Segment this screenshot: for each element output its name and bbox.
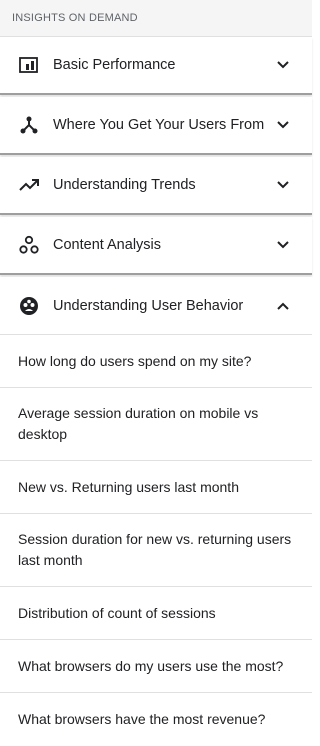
section-label: Basic Performance: [53, 57, 176, 73]
section-label: Content Analysis: [53, 237, 162, 253]
section-user-sources[interactable]: Where You Get Your Users From: [0, 97, 312, 155]
chevron-down-icon[interactable]: [276, 58, 290, 72]
trending-up-icon: [18, 174, 40, 196]
chevron-down-icon[interactable]: [276, 178, 290, 192]
list-item[interactable]: Distribution of count of sessions: [0, 587, 312, 640]
list-item[interactable]: How long do users spend on my site?: [0, 335, 312, 388]
section-label: Understanding Trends: [53, 177, 196, 193]
list-item[interactable]: What browsers have the most revenue?: [0, 693, 312, 746]
chevron-down-icon[interactable]: [276, 118, 290, 132]
behavior-question-list: How long do users spend on my site? Aver…: [0, 335, 312, 746]
section-label: Where You Get Your Users From: [53, 117, 265, 133]
insights-header: INSIGHTS ON DEMAND: [0, 0, 312, 37]
chevron-down-icon[interactable]: [276, 238, 290, 252]
user-group-icon: [18, 295, 40, 317]
list-item[interactable]: Session duration for new vs. returning u…: [0, 514, 312, 587]
bar-chart-icon: [18, 54, 40, 76]
bubbles-icon: [18, 234, 40, 256]
section-label: Understanding User Behavior: [53, 297, 244, 314]
network-fork-icon: [18, 114, 40, 136]
list-item[interactable]: Average session duration on mobile vs de…: [0, 388, 312, 461]
list-item[interactable]: New vs. Returning users last month: [0, 461, 312, 514]
section-trends[interactable]: Understanding Trends: [0, 157, 312, 215]
section-content-analysis[interactable]: Content Analysis: [0, 217, 312, 275]
section-basic-performance[interactable]: Basic Performance: [0, 37, 312, 95]
insights-title: INSIGHTS ON DEMAND: [12, 12, 138, 24]
section-user-behavior[interactable]: Understanding User Behavior: [0, 277, 312, 335]
list-item[interactable]: What browsers do my users use the most?: [0, 640, 312, 693]
chevron-up-icon[interactable]: [276, 299, 290, 313]
